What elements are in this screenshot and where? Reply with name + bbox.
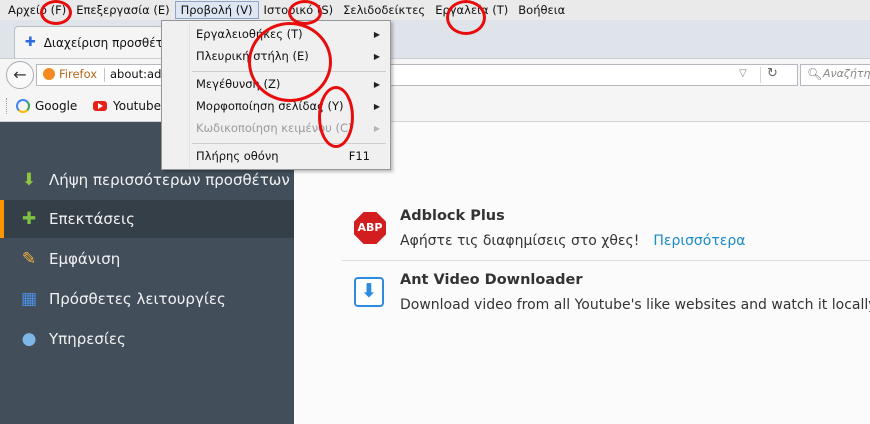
addon-name: Ant Video Downloader <box>400 272 583 288</box>
bookmark-google[interactable]: Google <box>16 96 77 116</box>
annotation-circle <box>318 86 354 148</box>
menu-item-full-screen[interactable]: Πλήρης οθόνη F11 <box>162 146 390 167</box>
paintbrush-icon: ✎ <box>21 249 37 269</box>
menu-item-label: Πλήρης οθόνη <box>196 149 279 163</box>
url-separator <box>104 68 105 82</box>
sidebar-item-label: Εμφάνιση <box>49 250 121 268</box>
addon-name: Adblock Plus <box>400 208 505 224</box>
addon-divider <box>342 260 870 261</box>
sidebar-item-label: Επεκτάσεις <box>49 210 135 228</box>
search-input[interactable]: 🔍︎ Αναζήτηση <box>800 64 870 86</box>
annotation-circle <box>446 0 486 35</box>
submenu-arrow-icon: ▶ <box>373 30 380 39</box>
addon-item-ant-video-downloader[interactable]: ⬇ Ant Video Downloader Download video fr… <box>342 272 870 322</box>
tab-bar: ✚ Διαχείριση προσθέτων <box>0 20 870 59</box>
addon-description-row: Αφήστε τις διαφημίσεις στο χθες! Περισσότ… <box>400 233 746 249</box>
bookmark-label: Youtube <box>113 99 161 113</box>
firefox-icon <box>43 68 55 80</box>
puzzle-icon: ✚ <box>25 35 36 50</box>
more-link[interactable]: Περισσότερα <box>653 233 745 249</box>
back-button[interactable]: ← <box>6 61 34 89</box>
submenu-arrow-icon: ▶ <box>373 102 380 111</box>
addon-description: Αφήστε τις διαφημίσεις στο χθες! <box>400 233 640 249</box>
sidebar-item-services[interactable]: ● Υπηρεσίες <box>0 320 294 358</box>
submenu-arrow-icon: ▶ <box>373 124 380 133</box>
back-arrow-icon: ← <box>13 65 27 84</box>
menu-help[interactable]: Βοήθεια <box>513 1 570 19</box>
tab-addons-manager[interactable]: ✚ Διαχείριση προσθέτων <box>14 26 168 59</box>
menu-item-text-encoding: Κωδικοποίηση κειμένου (C) ▶ <box>162 118 390 139</box>
bookmarks-bar: Google Youtube <box>0 91 870 122</box>
puzzle-icon: ✚ <box>21 209 37 229</box>
annotation-circle <box>40 0 72 25</box>
bookmark-youtube[interactable]: Youtube <box>93 96 161 116</box>
menu-bar: Αρχείο (F) Επεξεργασία (E) Προβολή (V) Ι… <box>0 0 870 20</box>
submenu-arrow-icon: ▶ <box>373 80 380 89</box>
adblock-plus-icon: ABP <box>354 212 386 244</box>
download-addons-icon: ⬇ <box>21 170 37 190</box>
menu-item-shortcut: F11 <box>348 149 370 163</box>
google-icon <box>16 99 30 113</box>
bookmark-label: Google <box>35 99 78 113</box>
menu-view[interactable]: Προβολή (V) <box>174 1 259 19</box>
addon-item-adblock-plus[interactable]: ABP Adblock Plus Αφήστε τις διαφημίσεις … <box>342 206 870 256</box>
chat-bubble-icon: ● <box>21 329 37 349</box>
sidebar-item-plugins[interactable]: ▦ Πρόσθετες λειτουργίες <box>0 280 294 318</box>
url-bar[interactable]: Firefox about:addons ▽ ↻ <box>36 64 798 86</box>
sidebar-item-extensions[interactable]: ✚ Επεκτάσεις <box>0 200 294 238</box>
navigation-bar: ← Firefox about:addons ▽ ↻ 🔍︎ Αναζήτηση <box>0 58 870 91</box>
sidebar-item-appearance[interactable]: ✎ Εμφάνιση <box>0 240 294 278</box>
submenu-arrow-icon: ▶ <box>373 52 380 61</box>
download-arrow-icon: ⬇ <box>354 277 384 307</box>
menu-separator <box>192 143 386 144</box>
reload-icon[interactable]: ↻ <box>767 66 778 81</box>
tab-title: Διαχείριση προσθέτων <box>43 36 167 50</box>
search-icon: 🔍︎ <box>807 67 823 81</box>
plugin-icon: ▦ <box>20 289 38 309</box>
sidebar-item-label: Πρόσθετες λειτουργίες <box>49 290 226 308</box>
identity-label: Firefox <box>59 67 98 81</box>
menu-edit[interactable]: Επεξεργασία (E) <box>71 1 174 19</box>
toolbar-grip <box>6 98 9 114</box>
sidebar-item-label: Λήψη περισσότερων προσθέτων <box>49 171 290 189</box>
annotation-circle <box>248 22 332 102</box>
dropdown-arrow-icon[interactable]: ▽ <box>739 68 747 79</box>
sidebar-item-label: Υπηρεσίες <box>49 330 126 348</box>
search-placeholder: Αναζήτηση <box>823 67 870 80</box>
addon-description: Download video from all Youtube's like w… <box>400 297 870 313</box>
url-divider <box>760 67 761 83</box>
menu-bookmarks[interactable]: Σελιδοδείκτες <box>338 1 430 19</box>
youtube-icon <box>93 101 107 111</box>
